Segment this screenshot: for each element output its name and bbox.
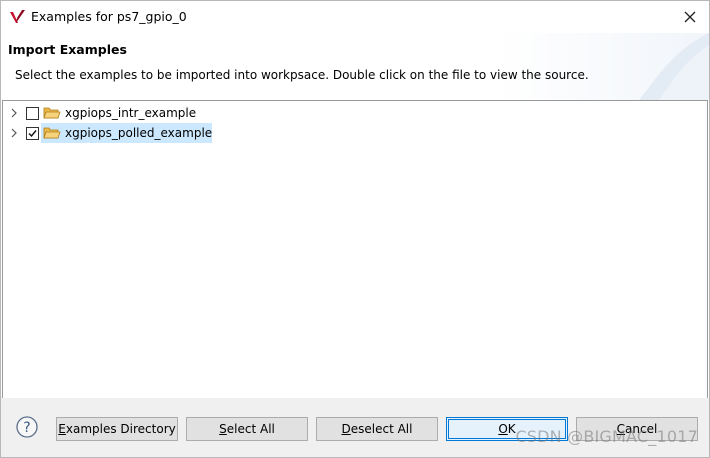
button-label: eselect All: [350, 422, 413, 436]
close-icon[interactable]: [679, 6, 701, 28]
deselect-all-button[interactable]: Deselect All: [316, 417, 438, 441]
select-all-button[interactable]: Select All: [186, 417, 308, 441]
folder-open-icon: [43, 126, 61, 140]
vivado-logo-icon: [9, 9, 27, 25]
tree-item-polled[interactable]: xgpiops_polled_example: [3, 123, 703, 143]
title-bar: Examples for ps7_gpio_0: [1, 1, 709, 33]
tree-item-label[interactable]: xgpiops_intr_example: [64, 105, 199, 121]
button-mnemonic: D: [341, 422, 351, 436]
tree-item-intr[interactable]: xgpiops_intr_example: [3, 103, 703, 123]
checkbox-polled[interactable]: [26, 127, 39, 140]
button-mnemonic: E: [58, 422, 66, 436]
button-label: elect All: [226, 422, 275, 436]
examples-directory-button[interactable]: Examples Directory: [56, 417, 178, 441]
tree-item-label[interactable]: xgpiops_polled_example: [64, 125, 215, 141]
dialog-heading: Import Examples: [8, 42, 127, 57]
svg-text:?: ?: [23, 420, 30, 436]
folder-open-icon: [43, 106, 61, 120]
button-mnemonic: O: [498, 422, 508, 436]
header-decoration: [639, 33, 709, 100]
examples-tree[interactable]: xgpiops_intr_example xgpiops_polled_exam…: [2, 100, 708, 399]
window-title: Examples for ps7_gpio_0: [31, 9, 187, 24]
checkbox-intr[interactable]: [26, 107, 39, 120]
chevron-right-icon[interactable]: [7, 126, 21, 140]
button-mnemonic: S: [219, 422, 227, 436]
chevron-right-icon[interactable]: [7, 106, 21, 120]
button-label: xamples Directory: [65, 422, 176, 436]
dialog-window: Examples for ps7_gpio_0 Import Examples …: [0, 0, 710, 458]
dialog-description: Select the examples to be imported into …: [15, 68, 589, 82]
watermark: CSDN @BIGMAC_1017: [515, 427, 698, 446]
help-icon[interactable]: ?: [15, 415, 39, 439]
dialog-header: Import Examples Select the examples to b…: [1, 33, 709, 100]
